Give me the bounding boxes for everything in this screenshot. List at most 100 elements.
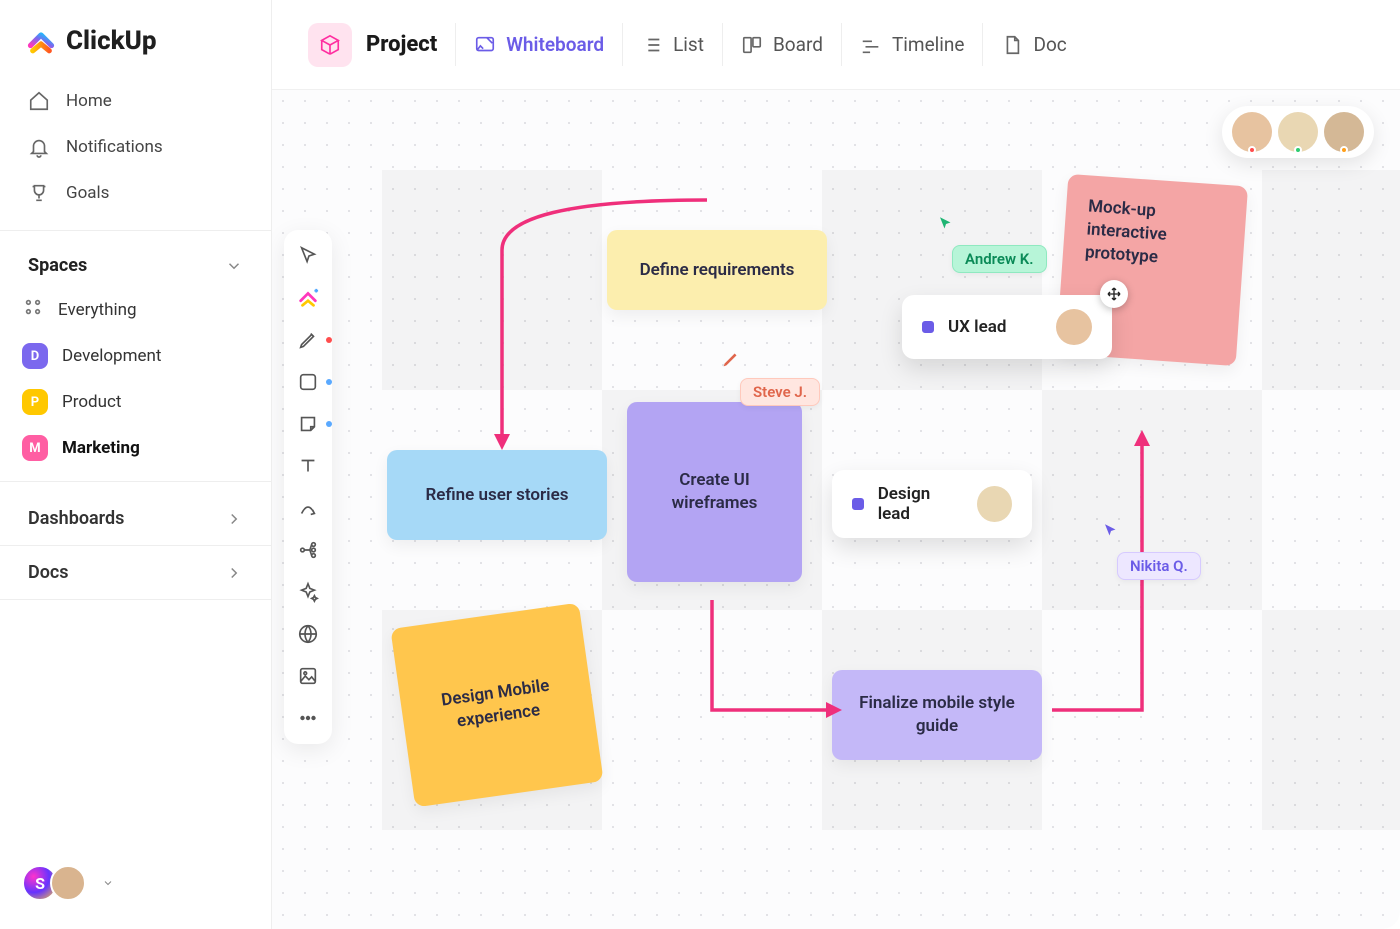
chevron-right-icon xyxy=(225,510,243,528)
brand[interactable]: ClickUp xyxy=(0,0,271,74)
clickup-logo-icon xyxy=(26,26,56,56)
tool-sticky[interactable] xyxy=(296,412,320,436)
nav-home-label: Home xyxy=(66,91,112,111)
move-handle[interactable] xyxy=(1100,280,1128,308)
tool-image[interactable] xyxy=(296,664,320,688)
remote-pencil-icon xyxy=(720,348,742,370)
presence-avatar[interactable] xyxy=(1278,112,1318,152)
space-development[interactable]: D Development xyxy=(0,333,271,379)
view-label: Doc xyxy=(1033,33,1066,56)
chevron-down-icon xyxy=(225,257,243,275)
nav-docs-label: Docs xyxy=(28,562,69,583)
card-text: Mock-up interactive prototype xyxy=(1084,195,1224,273)
space-marketing[interactable]: M Marketing xyxy=(0,425,271,471)
tool-shape[interactable] xyxy=(296,370,320,394)
view-doc[interactable]: Doc xyxy=(982,23,1084,66)
space-product[interactable]: P Product xyxy=(0,379,271,425)
ellipsis-icon xyxy=(297,707,319,729)
topbar: Project Whiteboard List Board Timeline D… xyxy=(272,0,1400,90)
spaces-header[interactable]: Spaces xyxy=(0,241,271,286)
chip-ux-lead[interactable]: UX lead xyxy=(902,295,1112,359)
whiteboard-canvas[interactable]: Define requirements Refine user stories … xyxy=(272,90,1400,929)
nav-home[interactable]: Home xyxy=(14,78,257,124)
nav-dashboards[interactable]: Dashboards xyxy=(0,492,271,545)
view-timeline[interactable]: Timeline xyxy=(841,23,983,66)
status-square xyxy=(922,321,934,333)
timeline-icon xyxy=(860,34,882,56)
tool-more[interactable] xyxy=(296,706,320,730)
sticky-icon xyxy=(297,413,319,435)
card-define-requirements[interactable]: Define requirements xyxy=(607,230,827,310)
primary-nav: Home Notifications Goals xyxy=(0,74,271,220)
card-text: Refine user stories xyxy=(426,484,569,507)
tool-pencil[interactable] xyxy=(296,328,320,352)
square-icon xyxy=(297,371,319,393)
space-everything[interactable]: Everything xyxy=(0,286,271,333)
presence-avatar[interactable] xyxy=(1232,112,1272,152)
tool-text[interactable] xyxy=(296,454,320,478)
tool-ai[interactable] xyxy=(296,580,320,604)
user-avatar xyxy=(50,865,86,901)
card-text: Design Mobile experience xyxy=(422,672,573,738)
move-icon xyxy=(1106,286,1122,302)
nav-notifications[interactable]: Notifications xyxy=(14,124,257,170)
space-chip: M xyxy=(22,435,48,461)
remote-cursor-icon xyxy=(937,215,955,233)
clickup-plus-icon xyxy=(297,287,319,309)
home-icon xyxy=(28,90,50,112)
sidebar-footer[interactable]: S xyxy=(0,845,271,929)
whiteboard-toolbar xyxy=(284,230,332,744)
pencil-icon xyxy=(297,329,319,351)
tool-web[interactable] xyxy=(296,622,320,646)
card-refine-stories[interactable]: Refine user stories xyxy=(387,450,607,540)
nav-goals[interactable]: Goals xyxy=(14,170,257,216)
mindmap-icon xyxy=(297,539,319,561)
view-list[interactable]: List xyxy=(622,23,722,66)
spaces-heading: Spaces xyxy=(28,255,87,276)
chip-label: Design lead xyxy=(878,484,964,524)
nav-notifications-label: Notifications xyxy=(66,137,163,157)
card-wireframes[interactable]: Create UI wireframes xyxy=(627,402,802,582)
board-icon xyxy=(741,34,763,56)
status-square xyxy=(852,498,864,510)
chevron-right-icon xyxy=(225,564,243,582)
card-text: Finalize mobile style guide xyxy=(854,692,1020,738)
tool-select[interactable] xyxy=(296,244,320,268)
tool-connector[interactable] xyxy=(296,496,320,520)
collaborator-tag-steve: Steve J. xyxy=(740,378,820,406)
view-label: List xyxy=(673,33,704,56)
nav-docs[interactable]: Docs xyxy=(0,545,271,600)
globe-icon xyxy=(297,623,319,645)
user-avatar-stack[interactable]: S xyxy=(22,865,86,901)
main: Project Whiteboard List Board Timeline D… xyxy=(272,0,1400,929)
chip-design-lead[interactable]: Design lead xyxy=(832,470,1032,538)
brand-name: ClickUp xyxy=(66,26,157,56)
view-whiteboard[interactable]: Whiteboard xyxy=(455,23,622,66)
space-label: Development xyxy=(62,346,161,366)
collaborator-tag-andrew: Andrew K. xyxy=(952,245,1047,273)
divider xyxy=(0,481,271,482)
card-styleguide[interactable]: Finalize mobile style guide xyxy=(832,670,1042,760)
cursor-icon xyxy=(297,245,319,267)
space-label: Marketing xyxy=(62,438,140,458)
view-label: Whiteboard xyxy=(506,33,604,56)
space-everything-label: Everything xyxy=(58,300,137,320)
card-design-mobile[interactable]: Design Mobile experience xyxy=(390,603,603,808)
collaborator-tag-nikita: Nikita Q. xyxy=(1117,552,1201,580)
tool-mindmap[interactable] xyxy=(296,538,320,562)
project-label: Project xyxy=(366,32,437,57)
presence-avatar[interactable] xyxy=(1324,112,1364,152)
image-icon xyxy=(297,665,319,687)
project-heading[interactable]: Project xyxy=(298,13,455,77)
space-label: Product xyxy=(62,392,121,412)
card-text: Create UI wireframes xyxy=(649,469,780,515)
cube-icon xyxy=(308,23,352,67)
card-text: Define requirements xyxy=(640,259,795,282)
presence-avatars[interactable] xyxy=(1222,106,1374,158)
doc-icon xyxy=(1001,34,1023,56)
trophy-icon xyxy=(28,182,50,204)
view-label: Timeline xyxy=(892,33,965,56)
space-chip: D xyxy=(22,343,48,369)
tool-clickup[interactable] xyxy=(296,286,320,310)
view-board[interactable]: Board xyxy=(722,23,841,66)
